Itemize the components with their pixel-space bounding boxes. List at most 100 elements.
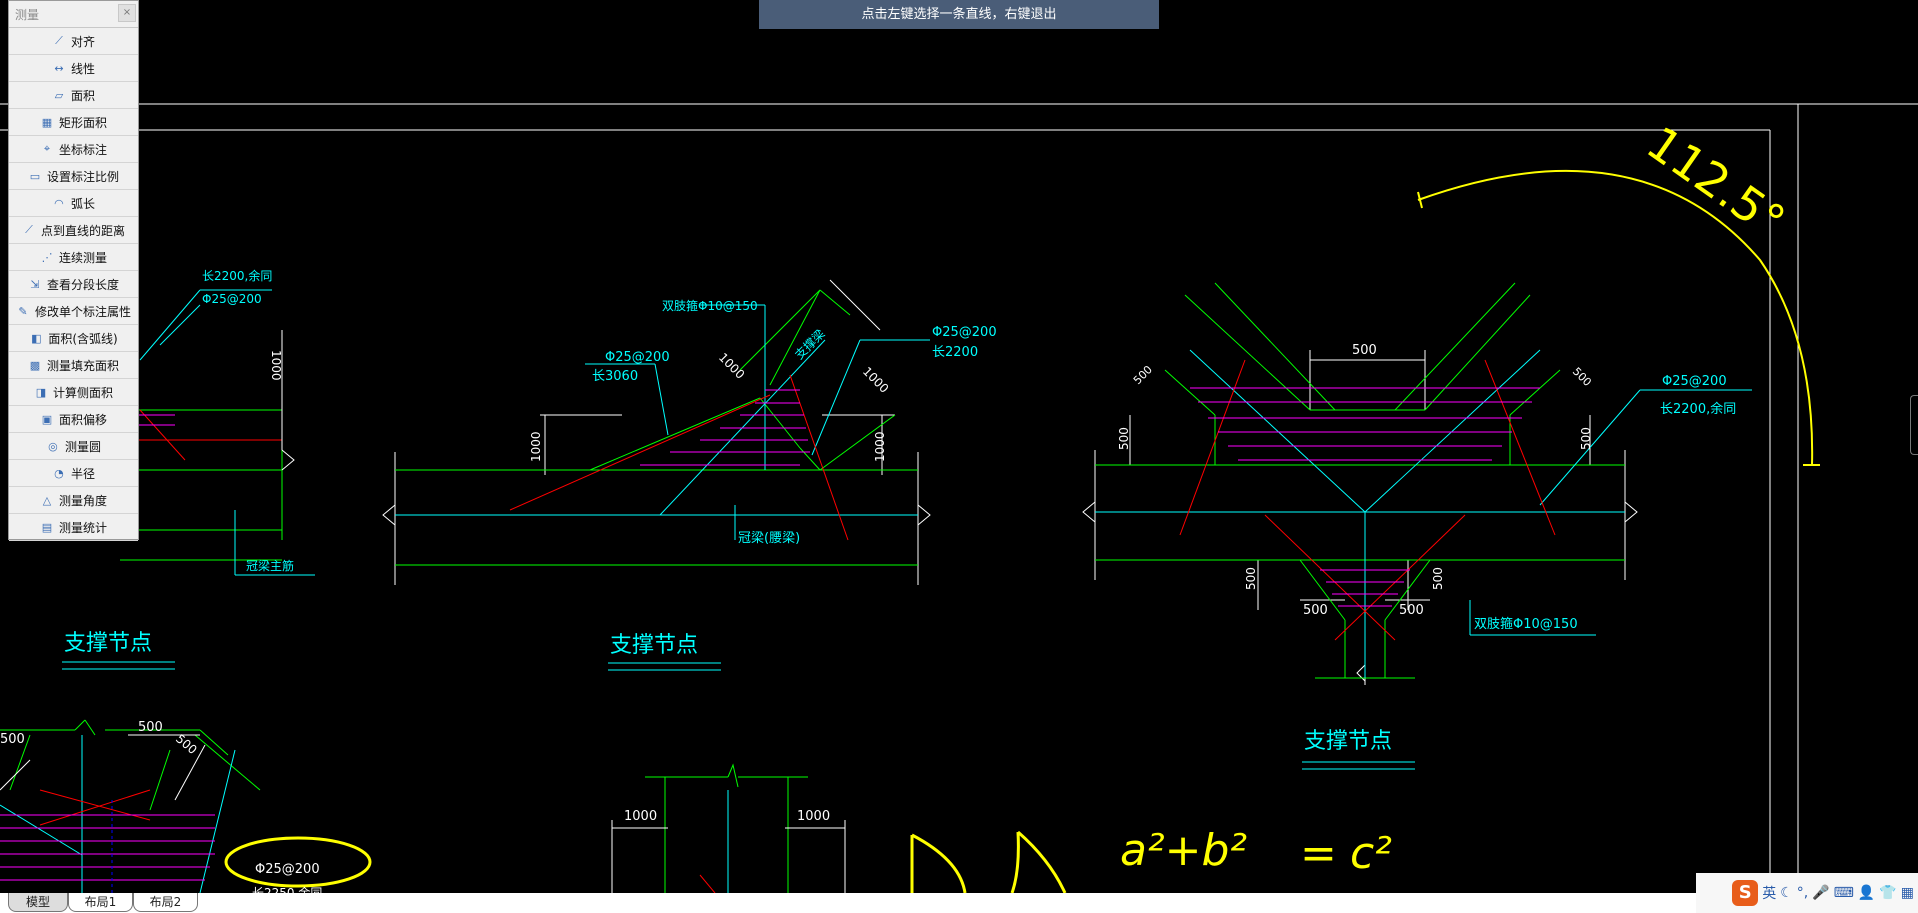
tool-label: 弧长 [70, 196, 95, 211]
label-l24: 500 [1431, 567, 1445, 590]
tab-layout2[interactable]: 布局2 [133, 893, 198, 912]
label-l18: 500 [1570, 365, 1594, 389]
ime-logo-icon[interactable]: S [1732, 880, 1759, 906]
arc-area-icon: ◧ [31, 331, 42, 345]
tool-item[interactable]: ◠ 弧长 [9, 190, 138, 217]
tab-layout1[interactable]: 布局1 [68, 893, 133, 912]
layout-tabs: 模型 布局1 布局2 [0, 893, 1918, 913]
label-l12: 长2200 [932, 345, 978, 360]
tool-label: 面积 [70, 88, 95, 103]
tool-item[interactable]: ⇲ 查看分段长度 [9, 271, 138, 298]
tool-item[interactable]: ↔ 线性 [9, 55, 138, 82]
cad-drawing-canvas[interactable]: 112.5° a²+b² = c² 长2200,余同 Φ25@200 1000 … [0, 0, 1918, 913]
tool-label: 面积偏移 [58, 412, 107, 427]
angle-label: 112.5° [1637, 116, 1795, 249]
label-l33: Φ25@200 [255, 862, 320, 877]
tool-label: 测量圆 [64, 439, 101, 454]
label-l8: 1000 [716, 350, 747, 381]
measure-toolbar-panel: 测量 × ⟋ 对齐 ↔ 线性 ▱ 面积 ▦ 矩形面积 ⌖ 坐标标注 ▭ 设置标注比例 ◠ 弧长 ⟋ 点到直线的… [8, 0, 139, 541]
handwritten-marks [224, 830, 1067, 894]
label-l31: 1000 [624, 809, 657, 824]
tool-label: 测量角度 [58, 493, 107, 508]
tool-item[interactable]: ⟋ 点到直线的距离 [9, 217, 138, 244]
moon-icon[interactable]: ☾ [1780, 885, 1793, 901]
coordinate-icon: ⌖ [43, 142, 51, 155]
close-icon[interactable]: × [118, 4, 136, 22]
label-l23: 500 [1244, 567, 1258, 590]
node-title-3: 支撑节点 [1304, 729, 1392, 754]
label-l29: 500 [138, 720, 163, 735]
label-l1: 长2200,余同 [202, 268, 272, 283]
label-l3: 1000 [269, 350, 283, 381]
label-l7: 长3060 [592, 369, 638, 384]
grid-menu-icon[interactable]: ▦ [1901, 885, 1914, 901]
tool-item[interactable]: ▱ 面积 [9, 82, 138, 109]
side-area-icon: ◨ [35, 385, 47, 399]
scale-icon: ▭ [29, 169, 41, 183]
label-l19: 500 [1117, 427, 1131, 450]
tool-item[interactable]: ✎ 修改单个标注属性 [9, 298, 138, 325]
tool-item[interactable]: ◨ 计算侧面积 [9, 379, 138, 406]
tool-item[interactable]: ◧ 面积(含弧线) [9, 325, 138, 352]
microphone-icon[interactable]: 🎤 [1812, 885, 1829, 901]
statistics-icon: ▤ [41, 520, 53, 534]
tool-label: 查看分段长度 [46, 277, 119, 292]
user-icon[interactable]: 👤 [1858, 885, 1875, 901]
formula-eq: = [1300, 828, 1337, 879]
tool-label: 矩形面积 [58, 115, 107, 130]
angle-icon: △ [42, 493, 52, 507]
label-l4: 冠梁主筋 [246, 558, 294, 573]
keyboard-icon[interactable]: ⌨ [1834, 885, 1854, 901]
tool-item[interactable]: △ 测量角度 [9, 487, 138, 514]
formula-right: c² [1350, 828, 1392, 879]
tool-label: 对齐 [70, 34, 95, 49]
label-l22: 长2200,余同 [1660, 401, 1736, 417]
label-l11: Φ25@200 [932, 325, 997, 340]
area-icon: ▱ [54, 88, 64, 102]
panel-header[interactable]: 测量 × [9, 1, 138, 28]
skin-icon[interactable]: 👕 [1879, 885, 1896, 901]
punctuation-icon[interactable]: °, [1797, 885, 1808, 901]
right-detail [1082, 282, 1752, 685]
bottom-middle-detail [611, 763, 846, 894]
tool-item[interactable]: ▭ 设置标注比例 [9, 163, 138, 190]
tool-label: 点到直线的距离 [40, 223, 125, 238]
tool-item[interactable]: ◎ 测量圆 [9, 433, 138, 460]
label-l16: 500 [1352, 343, 1377, 358]
label-l26: 500 [1399, 603, 1424, 618]
tab-model[interactable]: 模型 [8, 893, 68, 912]
rectangle-area-icon: ▦ [41, 115, 53, 129]
node-title-1-underline [62, 661, 175, 670]
ime-language-toggle[interactable]: 英 [1762, 883, 1776, 903]
tool-label: 半径 [70, 466, 95, 481]
tool-item[interactable]: ⋰ 连续测量 [9, 244, 138, 271]
tool-item[interactable]: ▩ 测量填充面积 [9, 352, 138, 379]
tool-item[interactable]: ⟋ 对齐 [9, 28, 138, 55]
tool-item[interactable]: ▦ 矩形面积 [9, 109, 138, 136]
tool-item[interactable]: ◔ 半径 [9, 460, 138, 487]
label-l32: 1000 [797, 809, 830, 824]
label-l14: 1000 [873, 431, 887, 462]
area-offset-icon: ▣ [41, 412, 53, 426]
label-l6: Φ25@200 [605, 350, 670, 365]
tool-label: 测量填充面积 [46, 358, 119, 373]
ime-tray: S 英 ☾ °, 🎤 ⌨ 👤 👕 ▦ [1696, 873, 1918, 913]
side-scroll-handle[interactable] [1910, 395, 1918, 455]
label-l10: 1000 [860, 364, 891, 395]
label-l2: Φ25@200 [202, 292, 262, 306]
label-l21: Φ25@200 [1662, 374, 1727, 389]
tool-label: 坐标标注 [58, 142, 107, 157]
drawing-frame [0, 103, 1918, 893]
label-l17: 500 [1131, 363, 1155, 387]
continuous-measure-icon: ⋰ [41, 250, 53, 264]
tool-item[interactable]: ▤ 测量统计 [9, 514, 138, 541]
linear-dimension-icon: ↔ [54, 61, 64, 75]
node-title-3-underline [1302, 761, 1415, 770]
tool-item[interactable]: ⌖ 坐标标注 [9, 136, 138, 163]
tool-label: 连续测量 [58, 250, 107, 265]
tool-item[interactable]: ▣ 面积偏移 [9, 406, 138, 433]
tool-label: 修改单个标注属性 [34, 304, 131, 319]
label-l27: 双肢箍Φ10@150 [1474, 616, 1578, 632]
panel-title: 测量 [15, 8, 40, 22]
edit-dimension-icon: ✎ [18, 304, 28, 318]
